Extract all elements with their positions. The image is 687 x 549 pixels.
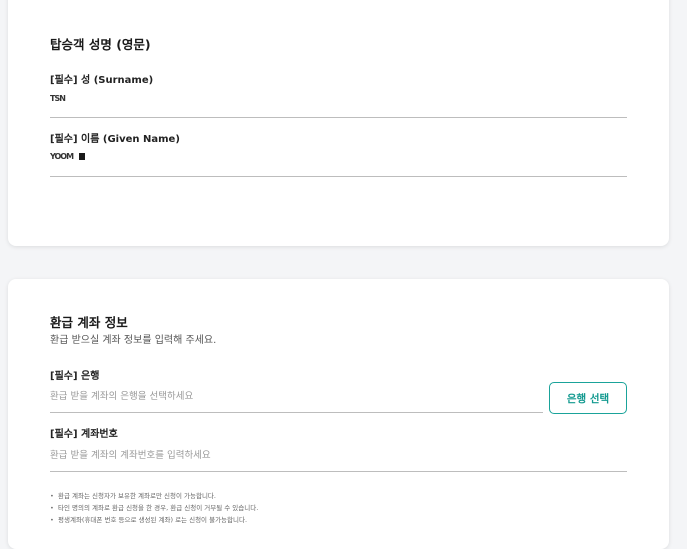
given-name-text: YOOM <box>50 152 74 161</box>
surname-label: [필수] 성 (Surname) <box>50 75 154 86</box>
refund-note: 환급 계좌는 신청자가 보유한 계좌로만 신청이 가능합니다. <box>50 490 258 502</box>
surname-text: TSN <box>50 94 66 103</box>
refund-note: 평생계좌(휴대폰 번호 등으로 생성된 계좌) 로는 신청이 불가능합니다. <box>50 514 258 526</box>
select-bank-button[interactable]: 은행 선택 <box>549 382 627 414</box>
given-name-underline <box>50 176 627 177</box>
surname-underline <box>50 117 627 118</box>
refund-account-card: 환급 계좌 정보 환급 받으실 계좌 정보를 입력해 주세요. [필수] 은행 … <box>8 279 669 549</box>
given-name-value[interactable]: YOOM <box>50 151 85 162</box>
refund-account-subtitle: 환급 받으실 계좌 정보를 입력해 주세요. <box>50 335 217 346</box>
account-number-label: [필수] 계좌번호 <box>50 429 118 440</box>
passenger-name-card: 탑승객 성명 (영문) [필수] 성 (Surname) TSN [필수] 이름… <box>8 0 669 246</box>
refund-notes: 환급 계좌는 신청자가 보유한 계좌로만 신청이 가능합니다. 타인 명의의 계… <box>50 490 258 526</box>
bank-input[interactable] <box>50 387 540 405</box>
passenger-name-title: 탑승객 성명 (영문) <box>50 37 151 52</box>
surname-value[interactable]: TSN <box>50 93 66 104</box>
account-number-input[interactable] <box>50 446 620 464</box>
bank-underline <box>50 412 543 413</box>
redaction-mark <box>78 152 85 160</box>
refund-account-title: 환급 계좌 정보 <box>50 315 128 330</box>
account-number-underline <box>50 471 627 472</box>
refund-note: 타인 명의의 계좌로 환급 신청을 한 경우, 환급 신청이 거부될 수 있습니… <box>50 502 258 514</box>
bank-label: [필수] 은행 <box>50 371 100 382</box>
given-name-label: [필수] 이름 (Given Name) <box>50 134 180 145</box>
